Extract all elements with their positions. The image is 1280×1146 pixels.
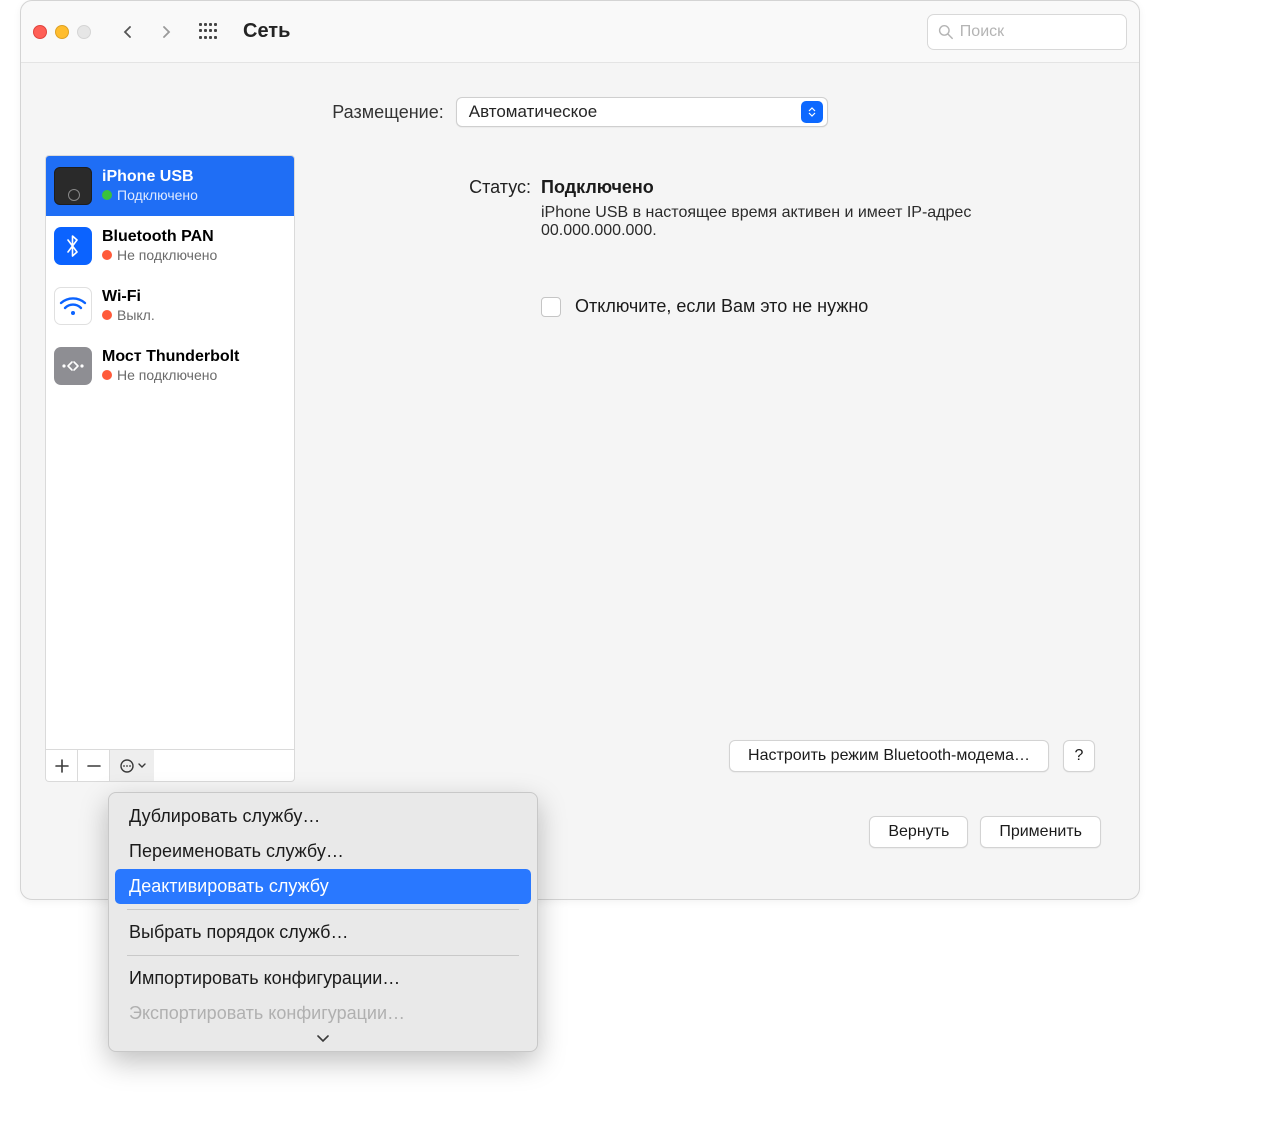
bluetooth-icon <box>54 227 92 265</box>
back-button[interactable] <box>111 15 145 49</box>
service-item-iphone-usb[interactable]: iPhone USB Подключено <box>46 156 294 216</box>
menu-separator <box>127 909 519 910</box>
location-value: Автоматическое <box>469 102 597 122</box>
service-actions-button[interactable] <box>110 750 154 781</box>
minus-icon <box>87 759 101 773</box>
iphone-icon <box>54 167 92 205</box>
content: iPhone USB Подключено Bluetooth PAN Не п… <box>21 155 1139 802</box>
menu-scroll-indicator <box>115 1031 531 1045</box>
location-row: Размещение: Автоматическое <box>21 63 1139 155</box>
status-dot-icon <box>102 370 112 380</box>
search-icon <box>938 23 954 41</box>
detail-panel: Статус: Подключено iPhone USB в настояще… <box>311 155 1115 782</box>
service-list[interactable]: iPhone USB Подключено Bluetooth PAN Не п… <box>45 155 295 750</box>
status-dot-icon <box>102 250 112 260</box>
forward-button <box>149 15 183 49</box>
revert-button[interactable]: Вернуть <box>869 816 968 848</box>
service-item-wifi[interactable]: Wi-Fi Выкл. <box>46 276 294 336</box>
apply-button[interactable]: Применить <box>980 816 1101 848</box>
menu-separator <box>127 955 519 956</box>
service-status: Не подключено <box>117 367 217 383</box>
service-name: iPhone USB <box>102 168 198 186</box>
disable-row: Отключите, если Вам это не нужно <box>541 296 1095 317</box>
status-row: Статус: Подключено <box>331 177 1095 198</box>
service-name: Мост Thunderbolt <box>102 348 239 366</box>
status-label: Статус: <box>331 177 531 198</box>
service-status: Не подключено <box>117 247 217 263</box>
service-actions-menu[interactable]: Дублировать службу… Переименовать службу… <box>108 792 538 1052</box>
service-name: Bluetooth PAN <box>102 228 217 246</box>
menu-import-config[interactable]: Импортировать конфигурации… <box>115 961 531 996</box>
status-dot-icon <box>102 190 112 200</box>
grid-icon <box>199 23 217 41</box>
search-field[interactable] <box>960 23 1116 41</box>
service-status: Подключено <box>117 187 198 203</box>
toolbar: Сеть <box>21 1 1139 63</box>
chevron-down-icon <box>316 1035 330 1043</box>
service-item-bluetooth-pan[interactable]: Bluetooth PAN Не подключено <box>46 216 294 276</box>
network-prefs-window: Сеть Размещение: Автоматическое iPhone U… <box>20 0 1140 900</box>
service-status: Выкл. <box>117 307 155 323</box>
status-description: iPhone USB в настоящее время активен и и… <box>541 204 1061 240</box>
chevron-left-icon <box>122 26 134 38</box>
menu-duplicate-service[interactable]: Дублировать службу… <box>115 799 531 834</box>
chevron-right-icon <box>160 26 172 38</box>
window-controls <box>33 25 91 39</box>
chevron-down-icon <box>138 763 146 769</box>
zoom-icon <box>77 25 91 39</box>
status-dot-icon <box>102 310 112 320</box>
search-input[interactable] <box>927 14 1127 50</box>
minimize-icon[interactable] <box>55 25 69 39</box>
status-value: Подключено <box>541 177 654 198</box>
menu-rename-service[interactable]: Переименовать службу… <box>115 834 531 869</box>
plus-icon <box>55 759 69 773</box>
wifi-icon <box>54 287 92 325</box>
service-sidebar: iPhone USB Подключено Bluetooth PAN Не п… <box>45 155 295 782</box>
add-service-button[interactable] <box>46 750 78 781</box>
service-item-thunderbolt[interactable]: Мост Thunderbolt Не подключено <box>46 336 294 396</box>
menu-export-config: Экспортировать конфигурации… <box>115 996 531 1031</box>
ellipsis-icon <box>119 758 135 774</box>
configure-bluetooth-button[interactable]: Настроить режим Bluetooth-модема… <box>729 740 1049 772</box>
remove-service-button[interactable] <box>78 750 110 781</box>
service-name: Wi-Fi <box>102 288 155 306</box>
location-label: Размещение: <box>332 102 443 123</box>
disable-checkbox[interactable] <box>541 297 561 317</box>
close-icon[interactable] <box>33 25 47 39</box>
menu-deactivate-service[interactable]: Деактивировать службу <box>115 869 531 904</box>
menu-set-order[interactable]: Выбрать порядок служб… <box>115 915 531 950</box>
detail-buttons: Настроить режим Bluetooth-модема… ? <box>331 740 1095 782</box>
location-select[interactable]: Автоматическое <box>456 97 828 127</box>
disable-label: Отключите, если Вам это не нужно <box>575 296 868 317</box>
pane-title: Сеть <box>243 20 290 43</box>
service-toolbar <box>45 750 295 782</box>
show-all-button[interactable] <box>191 15 225 49</box>
help-button[interactable]: ? <box>1063 740 1095 772</box>
updown-icon <box>801 101 823 123</box>
thunderbolt-icon <box>54 347 92 385</box>
